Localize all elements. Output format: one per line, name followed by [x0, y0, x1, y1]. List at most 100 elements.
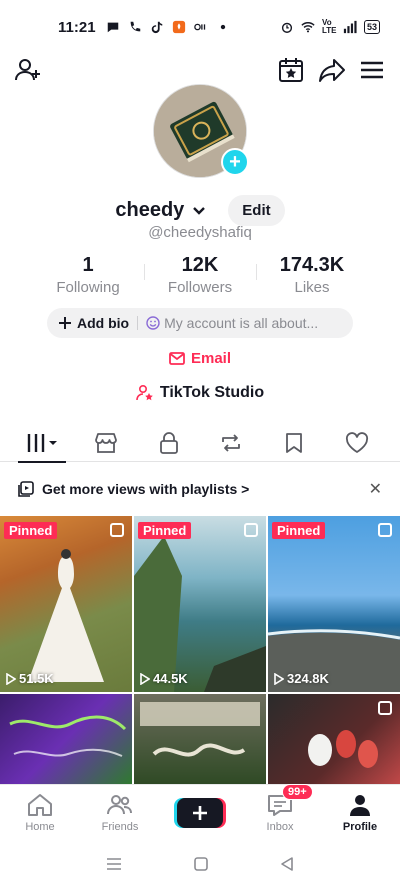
pinned-badge: Pinned — [4, 522, 58, 539]
recent-apps-icon[interactable] — [105, 857, 123, 871]
tiktok-icon — [151, 21, 162, 34]
play-icon — [140, 672, 150, 685]
calligraphy-purple-image — [9, 715, 127, 757]
tab-private[interactable] — [149, 424, 189, 462]
add-bio-button[interactable]: Add bio — [59, 315, 129, 331]
nav-friends[interactable]: Friends — [84, 792, 156, 833]
close-icon[interactable]: ✕ — [369, 479, 382, 499]
view-count: 51.5K — [6, 671, 54, 686]
dot-icon — [220, 24, 225, 30]
data-icon — [193, 23, 205, 31]
share-icon[interactable] — [318, 56, 346, 84]
app-notification-icon — [172, 20, 185, 34]
pinned-badge: Pinned — [138, 522, 192, 539]
name-row: cheedy Edit — [0, 195, 400, 226]
repost-icon — [222, 433, 241, 452]
friends-icon — [107, 795, 132, 815]
tab-videos[interactable] — [18, 424, 67, 463]
status-right-icons: Vo LTE 53 — [280, 19, 380, 35]
video-thumbnail[interactable] — [134, 694, 266, 784]
playlist-icon — [18, 481, 34, 497]
chevron-down-icon[interactable] — [192, 206, 206, 216]
bookmark-icon — [286, 432, 302, 453]
alarm-icon — [281, 22, 293, 33]
smile-icon — [146, 316, 160, 330]
play-icon — [274, 672, 284, 685]
home-square-icon[interactable] — [193, 856, 209, 872]
add-bio-label: Add bio — [77, 315, 130, 331]
profile-stats: 1 Following 12K Followers 174.3K Likes — [0, 254, 400, 296]
video-thumbnail[interactable]: Pinned 44.5K — [134, 516, 266, 692]
tab-liked[interactable] — [337, 424, 377, 462]
calligraphy-green-image — [140, 702, 260, 757]
shop-icon — [95, 432, 117, 453]
nav-profile[interactable]: Profile — [324, 792, 396, 833]
stat-followers[interactable]: 12K Followers — [144, 254, 256, 296]
create-button[interactable] — [177, 797, 223, 828]
nav-profile-label: Profile — [342, 821, 378, 833]
view-count-value: 324.8K — [287, 671, 329, 686]
bio-placeholder[interactable]: My account is all about... — [146, 315, 318, 331]
lock-icon — [159, 431, 178, 454]
plus-icon — [193, 805, 207, 820]
nav-friends-label: Friends — [101, 821, 139, 833]
view-count: 324.8K — [274, 671, 329, 686]
video-thumbnail[interactable]: Pinned 51.5K — [0, 516, 132, 692]
multi-photo-icon — [378, 523, 392, 537]
tab-shop[interactable] — [86, 424, 126, 462]
content-tabs — [0, 424, 400, 463]
email-link[interactable]: Email — [0, 350, 400, 367]
inbox-badge: 99+ — [282, 784, 313, 800]
stat-label: Likes — [294, 279, 330, 296]
calendar-star-icon[interactable] — [277, 56, 305, 84]
play-icon — [6, 672, 16, 685]
nav-inbox-label: Inbox — [266, 821, 294, 833]
studio-label: TikTok Studio — [159, 384, 265, 401]
grid-videos-icon — [28, 433, 58, 452]
back-triangle-icon[interactable] — [279, 856, 295, 872]
multi-photo-icon — [110, 523, 124, 537]
tiktok-studio-link[interactable]: TikTok Studio — [0, 384, 400, 402]
heart-icon — [345, 431, 368, 453]
nav-home[interactable]: Home — [4, 792, 76, 833]
playlist-banner[interactable]: Get more views with playlists > ✕ — [0, 474, 400, 504]
plus-icon — [59, 317, 71, 329]
video-thumbnail[interactable]: Pinned 324.8K — [268, 516, 400, 692]
studio-person-star-icon — [136, 384, 153, 401]
nav-home-label: Home — [25, 821, 55, 833]
nav-create[interactable] — [164, 797, 236, 828]
bottom-nav: Home Friends Inbox 99+ Profile — [0, 784, 400, 840]
network-label: Vo LTE — [321, 18, 337, 35]
playlist-banner-text: Get more views with playlists > — [42, 481, 250, 497]
tab-reposts[interactable] — [211, 424, 251, 462]
message-icon — [107, 22, 118, 33]
stat-label: Followers — [167, 279, 233, 296]
stat-following[interactable]: 1 Following — [32, 254, 144, 296]
username[interactable]: cheedy — [115, 199, 184, 222]
profile-icon — [350, 795, 370, 816]
wifi-icon — [301, 22, 315, 33]
nav-inbox[interactable]: Inbox 99+ — [244, 784, 316, 833]
stat-value: 174.3K — [279, 254, 345, 276]
add-photo-button[interactable]: + — [221, 148, 249, 176]
video-thumbnail[interactable] — [268, 694, 400, 784]
bio-divider — [137, 316, 139, 330]
add-friend-icon[interactable] — [14, 56, 42, 84]
status-left-icons — [106, 20, 230, 34]
beach-image — [268, 629, 400, 692]
view-count: 44.5K — [140, 671, 188, 686]
video-thumbnail[interactable] — [0, 694, 132, 784]
bio-pill[interactable]: Add bio My account is all about... — [47, 308, 353, 338]
stat-likes[interactable]: 174.3K Likes — [256, 254, 368, 296]
menu-icon[interactable] — [358, 56, 386, 84]
view-count-value: 51.5K — [19, 671, 54, 686]
pinned-badge: Pinned — [272, 522, 326, 539]
tab-favorites[interactable] — [274, 424, 314, 462]
profile-avatar[interactable]: + — [153, 84, 249, 178]
view-count-value: 44.5K — [153, 671, 188, 686]
stat-value: 1 — [82, 254, 94, 276]
stat-value: 12K — [181, 254, 219, 276]
mail-icon — [169, 352, 185, 365]
edit-profile-button[interactable]: Edit — [228, 195, 285, 226]
email-label: Email — [190, 350, 232, 367]
